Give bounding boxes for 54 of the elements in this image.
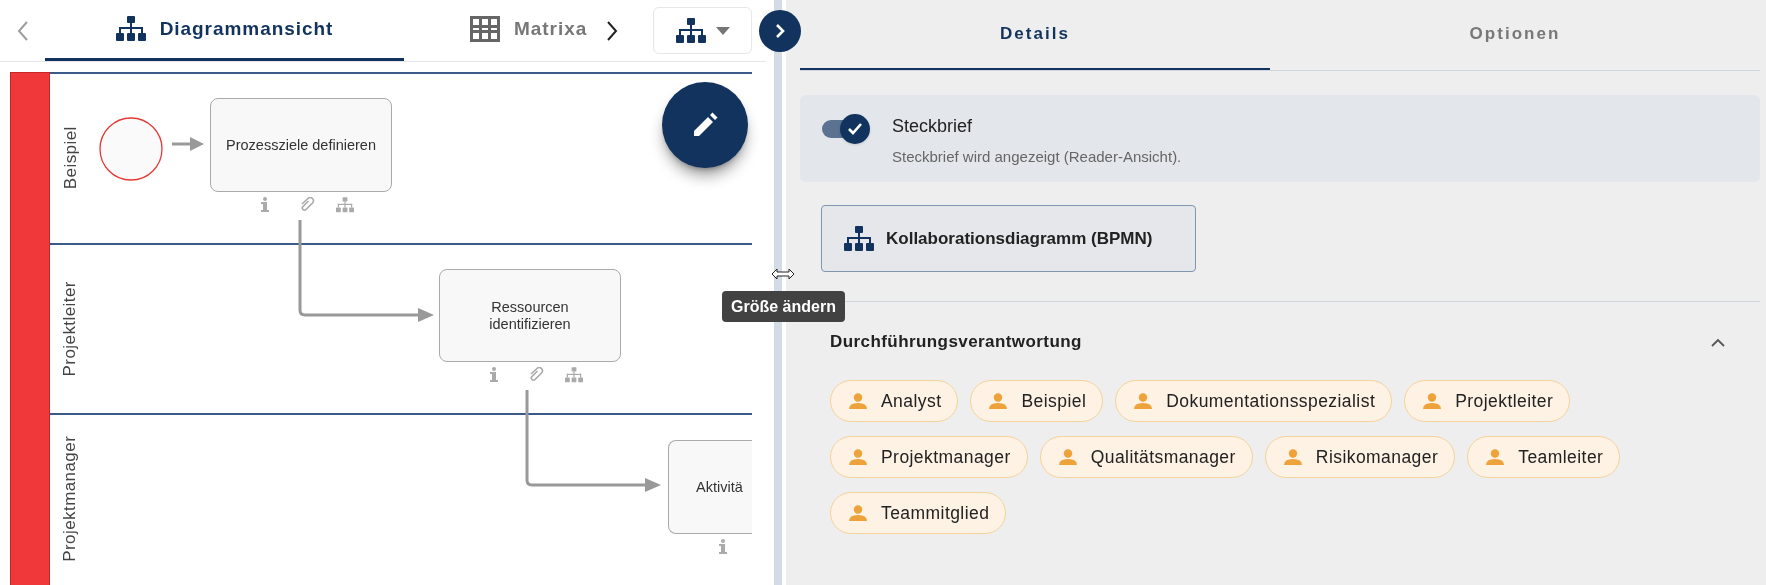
hierarchy-icon	[844, 225, 874, 252]
paperclip-icon	[528, 367, 544, 383]
toggle-title: Steckbrief	[892, 115, 974, 138]
person-icon	[1134, 393, 1153, 409]
role-chip: Beispiel	[970, 380, 1104, 422]
role-chip: Analyst	[830, 380, 959, 422]
pencil-icon	[692, 112, 718, 138]
chevron-up-icon	[1711, 337, 1725, 347]
chevron-right-icon	[774, 23, 786, 39]
person-icon	[849, 393, 867, 409]
person-icon	[989, 393, 1008, 409]
role-chip: Projektmanager	[830, 436, 1028, 478]
view-tab[interactable]: Matrixa	[470, 0, 588, 61]
lane-label: Beispiel	[59, 126, 81, 189]
role-chip: Teammitglied	[830, 492, 1007, 534]
lane-label: Projektleiter	[59, 280, 81, 377]
info-icon	[489, 367, 499, 382]
task-label: Aktivitä	[696, 478, 743, 496]
task-label: Prozessziele definieren	[226, 136, 376, 154]
role-chip: Teamleiter	[1467, 436, 1621, 478]
hierarchy-icon	[115, 16, 146, 42]
role-chip: Qualitätsmanager	[1039, 436, 1253, 478]
caret-down-icon	[715, 26, 730, 35]
toggle-description: Steckbrief wird angezeigt (Reader-Ansicht).	[892, 147, 1182, 167]
view-dropdown[interactable]	[653, 7, 753, 54]
panel-tab[interactable]: Optionen	[1270, 0, 1760, 70]
info-icon	[260, 197, 270, 212]
role-chip: Projektleiter	[1404, 380, 1571, 422]
view-tab[interactable]: Diagrammansicht	[45, 0, 404, 61]
hierarchy-icon	[675, 17, 706, 44]
person-icon	[1423, 393, 1442, 409]
person-icon	[1058, 449, 1077, 465]
hierarchy-icon	[336, 197, 354, 213]
role-chip: Dokumentationsspezialist	[1115, 380, 1393, 422]
info-icon	[718, 539, 728, 554]
person-icon	[849, 449, 867, 465]
edit-button[interactable]	[662, 82, 748, 168]
toggle-switch[interactable]	[822, 113, 872, 145]
person-icon	[1283, 449, 1302, 465]
panel-tab[interactable]: Details	[800, 0, 1270, 70]
person-icon	[1486, 449, 1505, 465]
lane-label: Projektmanager	[59, 435, 81, 562]
section-title: Durchführungsverantwortung	[830, 331, 1082, 354]
paperclip-icon	[299, 197, 315, 213]
flow-arrow	[172, 136, 204, 152]
diagram-button[interactable]: Kollaborationsdiagramm (BPMN)	[821, 205, 1196, 272]
task-label: Ressourcen identifizieren	[488, 298, 572, 333]
person-icon	[849, 505, 867, 521]
role-chip: Risikomanager	[1264, 436, 1456, 478]
check-icon	[847, 122, 863, 136]
start-event	[99, 117, 163, 181]
tooltip: Größe ändern	[722, 291, 845, 322]
hierarchy-icon	[565, 367, 583, 383]
grid-icon	[470, 16, 500, 42]
